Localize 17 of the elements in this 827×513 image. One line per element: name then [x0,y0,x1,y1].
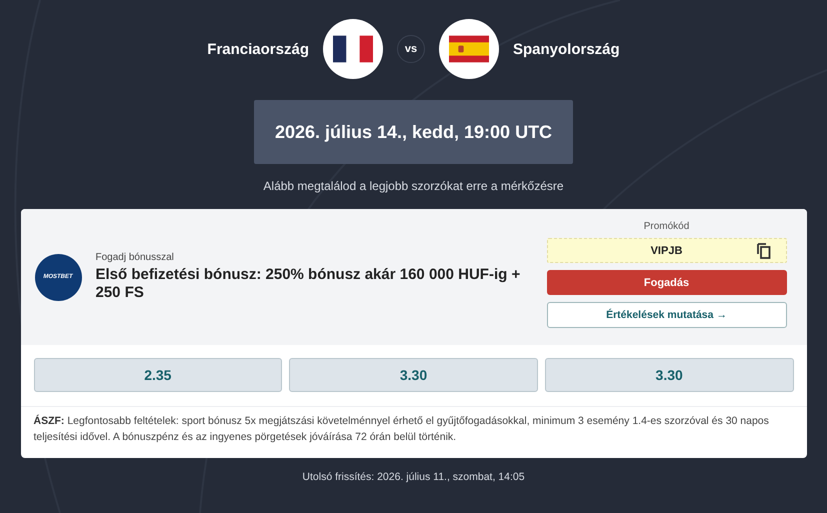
team-name: Spanyolország [513,40,620,58]
odds-button[interactable]: 3.30 [289,358,538,392]
promo-label: Promókód [642,221,690,232]
bet-button[interactable]: Fogadás [546,270,786,295]
versus-badge: vs [397,35,425,63]
match-date-banner: 2026. július 14., kedd, 19:00 UTC [254,100,573,164]
terms-text: ÁSZF: Legfontosabb feltételek: sport bónusz 5x megjátszási követelménnyel érhető el gyűjtőfogadásokkal, minimum 3 esemény 1.4-es szorzóval és 30 napos teljesítési idővel. A bónuszpénz és az ingyenes pörgetések jóváírása 72 órán belül történik. [32,414,770,445]
offer-eyebrow: Fogadj bónusszal [96,252,175,263]
promo-code-field[interactable]: VIPJB [546,238,786,263]
team-name: Franciaország [207,40,309,58]
odds-button[interactable]: 3.30 [544,358,794,392]
odds-button[interactable]: 2.35 [34,358,282,392]
offer-title: Első befizetési bónusz: 250% bónusz akár 160 000 HUF-ig + 250 FS [96,266,522,302]
reviews-button[interactable]: Értékelések mutatása → [546,302,786,328]
copy-icon[interactable] [756,242,770,258]
last-updated: Utolsó frissítés: 2026. július 11., szombat, 14:05 [302,470,525,482]
subtitle: Alább megtalálod a legjobb szorzókat erre a mérkőzésre [263,179,564,193]
